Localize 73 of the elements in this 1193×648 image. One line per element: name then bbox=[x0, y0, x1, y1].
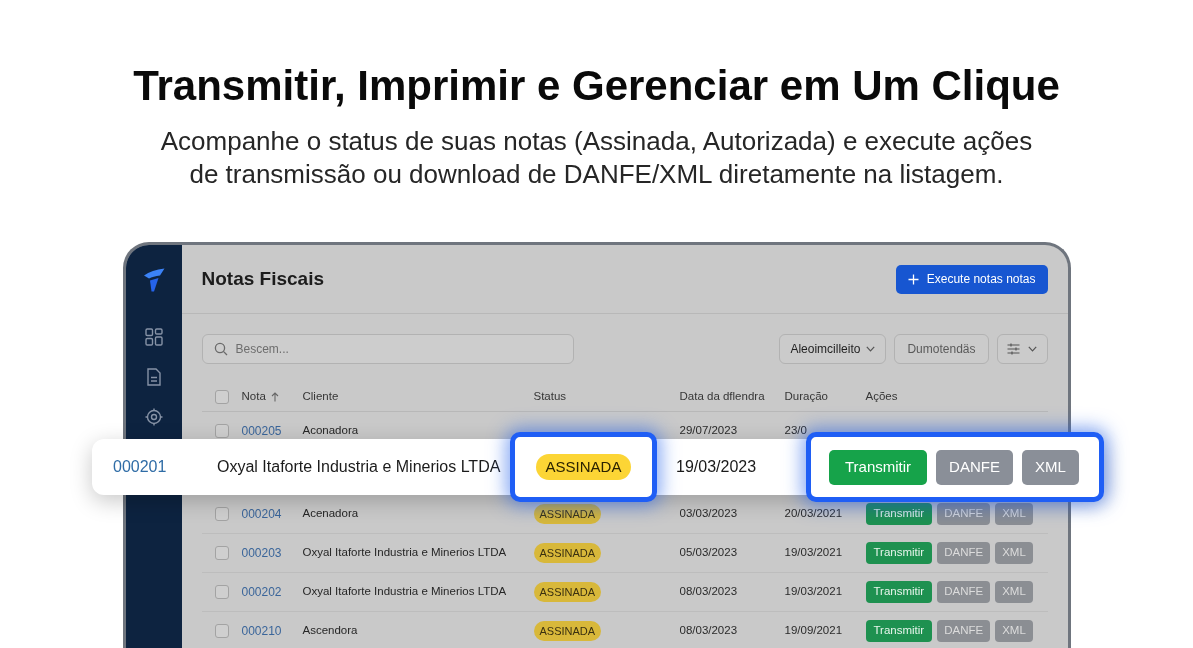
transmit-button[interactable]: Transmitir bbox=[865, 503, 933, 525]
invoice-number-link[interactable]: 000205 bbox=[241, 422, 282, 440]
status-badge: ASSINADA bbox=[533, 543, 602, 563]
search-icon bbox=[213, 342, 228, 356]
download-button[interactable]: XML bbox=[995, 542, 1033, 564]
duration-text: 20/03/2021 bbox=[784, 506, 843, 522]
transmit-button[interactable]: Transmitir bbox=[865, 581, 933, 603]
column-header[interactable]: Duração bbox=[784, 387, 828, 406]
view-options-button[interactable] bbox=[996, 334, 1048, 364]
date-text: 03/03/2023 bbox=[679, 506, 738, 522]
filter-button[interactable]: Dumotendäs bbox=[894, 334, 989, 364]
duration-text: 19/09/2021 bbox=[784, 623, 843, 639]
download-button[interactable]: DANFE bbox=[937, 542, 991, 564]
headline: Transmitir, Imprimir e Gerenciar em Um Clique bbox=[133, 61, 1060, 111]
subheadline: Acompanhe o status de suas notas (Assinada, Autorizada) e execute ações de transmissão ou download de DANFE/XML diretamente na listagem. bbox=[160, 125, 1033, 191]
status-badge: ASSINADA bbox=[535, 454, 632, 480]
column-header[interactable]: Data da dflendra bbox=[679, 387, 765, 406]
duration-text: 23/0 bbox=[784, 423, 807, 439]
column-header[interactable]: Cliente bbox=[302, 387, 339, 406]
target-icon[interactable] bbox=[144, 408, 163, 426]
download-button[interactable]: XML bbox=[1021, 449, 1079, 485]
date-text: 08/03/2023 bbox=[679, 623, 738, 639]
invoice-number-link[interactable]: 000210 bbox=[241, 622, 282, 640]
row-checkbox[interactable] bbox=[214, 424, 229, 438]
plus-icon bbox=[907, 273, 919, 285]
download-button[interactable]: XML bbox=[995, 581, 1033, 603]
status-badge: ASSINADA bbox=[533, 621, 602, 641]
invoice-number-link[interactable]: 000201 bbox=[113, 458, 167, 475]
download-button[interactable]: DANFE bbox=[937, 581, 991, 603]
download-button[interactable]: XML bbox=[995, 503, 1033, 525]
search-field[interactable]: Bescem... bbox=[201, 334, 574, 364]
client-name: Ascendora bbox=[302, 623, 358, 639]
filter-dropdown[interactable]: Aleoimcilleito bbox=[779, 334, 887, 364]
select-all-checkbox[interactable] bbox=[214, 389, 229, 404]
client-name: Oxyal Itaforte Industria e Minerios LTDA bbox=[217, 458, 501, 475]
add-button[interactable]: Execute notas notas bbox=[895, 264, 1048, 294]
chevron-down-icon bbox=[866, 346, 876, 352]
column-header[interactable]: Ações bbox=[865, 387, 898, 406]
chevron-down-icon bbox=[1028, 346, 1037, 352]
duration-text: 19/03/2021 bbox=[784, 545, 843, 561]
date-text: 29/07/2023 bbox=[679, 423, 738, 439]
logo-icon[interactable] bbox=[142, 268, 165, 292]
invoice-number-link[interactable]: 000203 bbox=[241, 544, 282, 562]
row-checkbox[interactable] bbox=[214, 585, 229, 599]
download-button[interactable]: DANFE bbox=[937, 620, 991, 642]
transmit-button[interactable]: Transmitir bbox=[865, 542, 933, 564]
date-text: 05/03/2023 bbox=[679, 545, 738, 561]
client-name: Acenadora bbox=[302, 506, 359, 522]
row-checkbox[interactable] bbox=[214, 507, 229, 521]
arrow-up-icon bbox=[270, 391, 279, 402]
client-name: Aconadora bbox=[302, 423, 359, 439]
document-icon[interactable] bbox=[145, 368, 162, 386]
status-badge: ASSINADA bbox=[533, 504, 602, 524]
transmit-button[interactable]: Transmitir bbox=[829, 449, 928, 485]
client-name: Oxyal Itaforte Industria e Minerios LTDA bbox=[302, 584, 507, 600]
duration-text: 19/03/2021 bbox=[784, 584, 843, 600]
invoice-number-link[interactable]: 000202 bbox=[241, 583, 282, 601]
transmit-button[interactable]: Transmitir bbox=[865, 620, 933, 642]
column-header[interactable]: Nota bbox=[241, 387, 279, 406]
download-button[interactable]: DANFE bbox=[937, 503, 991, 525]
download-button[interactable]: XML bbox=[995, 620, 1033, 642]
download-button[interactable]: DANFE bbox=[936, 449, 1013, 485]
client-name: Oxyal Itaforte Industria e Minerios LTDA bbox=[302, 545, 507, 561]
sliders-icon bbox=[1007, 343, 1020, 355]
invoice-number-link[interactable]: 000204 bbox=[241, 505, 282, 523]
date-text: 19/03/2023 bbox=[676, 458, 757, 475]
column-header[interactable]: Status bbox=[533, 387, 567, 406]
row-checkbox[interactable] bbox=[214, 624, 229, 638]
date-text: 08/03/2023 bbox=[679, 584, 738, 600]
page-title: Notas Fiscais bbox=[201, 266, 324, 291]
grid-icon[interactable] bbox=[144, 328, 163, 346]
row-checkbox[interactable] bbox=[214, 546, 229, 560]
status-badge: ASSINADA bbox=[533, 582, 602, 602]
